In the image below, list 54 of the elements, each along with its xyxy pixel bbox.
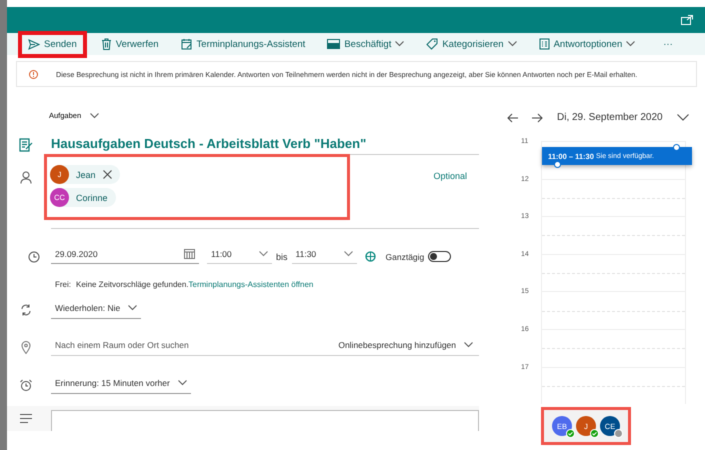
more-button[interactable]: ··· — [655, 32, 681, 56]
chevron-down-icon — [464, 342, 473, 348]
check-badge-icon — [590, 429, 599, 438]
toolbar-button[interactable]: Antwortoptionen — [530, 31, 644, 57]
arrow-left-icon[interactable] — [507, 112, 519, 122]
message-body-field[interactable] — [51, 410, 479, 431]
calendar-icon — [184, 249, 195, 259]
attendee-name: Jean — [76, 170, 96, 180]
tag-icon — [426, 38, 438, 50]
popout-icon[interactable] — [681, 15, 693, 25]
trash-icon — [100, 38, 112, 50]
arrow-right-icon[interactable] — [531, 112, 543, 122]
end-time-dropdown[interactable]: 11:30 — [292, 249, 357, 264]
online-meeting-dropdown[interactable]: Onlinebesprechung hinzufügen — [332, 339, 479, 351]
toolbar-button[interactable]: Kategorisieren — [418, 31, 525, 57]
title-field[interactable]: Hausaufgaben Deutsch - Arbeitsblatt Verb "Haben" — [51, 134, 479, 155]
globe-icon[interactable] — [364, 251, 376, 262]
date-field[interactable]: 29.09.2020 — [51, 249, 199, 264]
free-text: Keine Zeitvorschläge gefunden. — [76, 280, 189, 289]
chevron-down-icon[interactable] — [677, 114, 689, 121]
toolbar-button[interactable]: Beschäftigt — [319, 32, 412, 56]
attendee-name: Corinne — [76, 192, 108, 202]
edit-icon — [19, 138, 33, 152]
chevron-down-icon — [178, 380, 187, 386]
toolbar-button[interactable]: Verwerfen — [92, 31, 167, 57]
check-badge-icon — [566, 429, 575, 438]
person-icon — [19, 171, 33, 184]
scheduler-link[interactable]: Terminplanungs-Assistenten öffnen — [188, 280, 314, 289]
toolbar-button[interactable]: Senden — [18, 30, 87, 58]
start-time-dropdown[interactable]: 11:00 — [207, 249, 272, 264]
repeat-dropdown[interactable]: Wiederholen: Nie — [51, 301, 142, 319]
toolbar-button[interactable]: Terminplanungs-Assistent — [172, 31, 314, 57]
reminder-dropdown[interactable]: Erinnerung: 15 Minuten vorher — [51, 376, 191, 394]
chevron-down-icon — [128, 305, 138, 311]
repeat-icon — [19, 304, 33, 316]
list-icon — [538, 38, 550, 50]
chevron-down-icon — [344, 251, 353, 257]
location-pin-icon — [19, 341, 33, 354]
info-icon — [29, 70, 38, 78]
free-label: Frei: — [55, 280, 71, 289]
calendar-edit-icon — [180, 38, 193, 50]
day-title: Di, 29. September 2020 — [557, 112, 664, 123]
all-day-label: Ganztägig — [386, 252, 424, 262]
until-label: bis — [276, 252, 288, 262]
chevron-down-icon — [259, 251, 268, 257]
clock-icon — [27, 250, 41, 262]
chevron-down-icon — [90, 112, 100, 118]
close-icon[interactable] — [102, 170, 112, 179]
send-icon — [28, 38, 40, 50]
text-lines-icon — [19, 414, 33, 423]
optional-link[interactable]: Optional — [433, 171, 467, 181]
alarm-clock-icon — [19, 378, 33, 392]
status-dot-icon — [614, 429, 623, 438]
all-day-toggle[interactable] — [428, 251, 452, 262]
